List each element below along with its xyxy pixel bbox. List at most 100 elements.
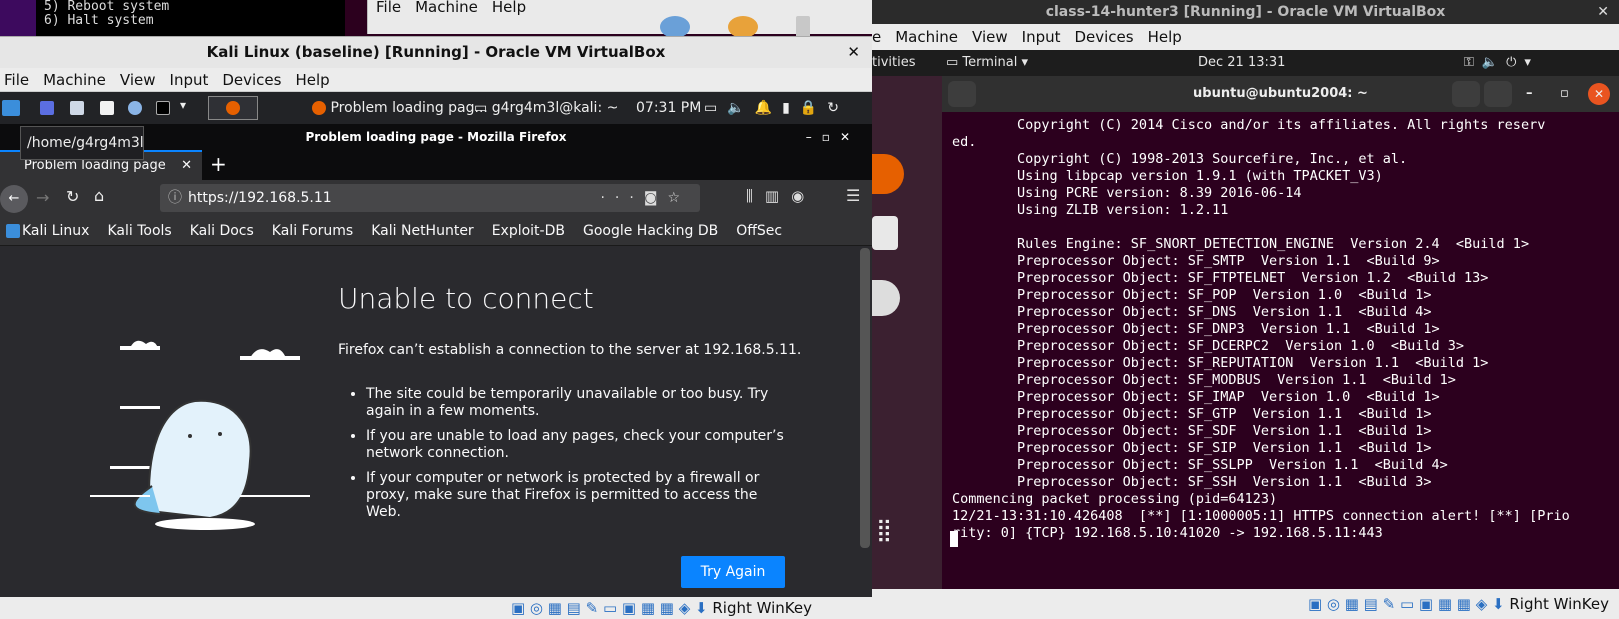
bg-menu-machine[interactable]: Machine: [415, 0, 478, 16]
discard-icon[interactable]: [796, 16, 810, 38]
bookmark-item[interactable]: Kali NetHunter: [371, 216, 473, 246]
menu-file-partial[interactable]: e: [872, 28, 881, 46]
maximize-icon[interactable]: ▫: [822, 130, 840, 144]
close-icon[interactable]: ✕: [1597, 0, 1609, 24]
show-apps-icon[interactable]: ⣿: [876, 518, 892, 543]
menu-view[interactable]: View: [120, 71, 156, 89]
terminal-line: Preprocessor Object: SF_IMAP Version 1.0…: [952, 389, 1440, 405]
window-controls[interactable]: –▫✕: [806, 124, 860, 150]
kali-vm-menubar: File Machine View Input Devices Help: [0, 68, 872, 92]
url-bar[interactable]: ⓘ https://192.168.5.11 ···◙☆: [160, 184, 700, 212]
ubuntu-vm-titlebar: class-14-hunter3 [Running] - Oracle VM V…: [872, 0, 1619, 24]
pocket-icon[interactable]: ◙: [644, 190, 668, 206]
power-icon: ⏻: [1506, 55, 1525, 70]
terminal-line: Preprocessor Object: SF_SMTP Version 1.1…: [952, 253, 1440, 269]
bookmark-item[interactable]: Kali Docs: [190, 216, 254, 246]
gear-icon[interactable]: [728, 16, 758, 38]
firefox-icon: [312, 101, 326, 115]
panel-tray[interactable]: ▭🔈🔔▮🔒↻: [704, 92, 849, 124]
kali-vm-statusbar: ▣ ◎ ▦ ▤ ✎ ▭ ▣ ▦ ▦ ◈ ⬇ Right WinKey: [0, 597, 872, 619]
kali-menu-icon[interactable]: [2, 100, 20, 116]
hamburger-menu-icon[interactable]: ☰: [846, 186, 860, 205]
terminal-icon: ▭: [474, 100, 488, 116]
menu-input[interactable]: Input: [170, 71, 209, 89]
bookmark-item[interactable]: OffSec: [736, 216, 782, 246]
account-icon[interactable]: ◉: [791, 187, 816, 205]
maximize-icon[interactable]: ▫: [1560, 76, 1569, 112]
terminal-app-menu[interactable]: ▭ Terminal ▾: [946, 50, 1028, 76]
terminal-output[interactable]: Copyright (C) 2014 Cisco and/or its affi…: [942, 112, 1619, 589]
bookmark-item[interactable]: Kali Forums: [272, 216, 353, 246]
close-icon[interactable]: ✕: [840, 130, 860, 144]
toolbar-icons[interactable]: ⫼▥◉: [746, 187, 816, 205]
error-description: Firefox can’t establish a connection to …: [338, 342, 802, 358]
bookmark-item[interactable]: Exploit-DB: [492, 216, 565, 246]
info-icon[interactable]: ⓘ: [168, 184, 182, 212]
url-actions[interactable]: ···◙☆: [600, 184, 690, 212]
menu-machine[interactable]: Machine: [895, 28, 958, 46]
home-icon[interactable]: ⌂: [94, 186, 104, 205]
menu-input[interactable]: Input: [1022, 28, 1061, 46]
new-tab-icon[interactable]: +: [210, 152, 227, 176]
try-again-button[interactable]: Try Again: [681, 556, 785, 588]
firefox-dock-icon[interactable]: [872, 154, 904, 194]
hamburger-menu-icon[interactable]: [1484, 81, 1512, 107]
terminal-line: Using PCRE version: 8.39 2016-06-14: [952, 185, 1302, 201]
taskbar-item-label: g4rg4m3l@kali: ~: [491, 100, 619, 116]
scrollbar[interactable]: [860, 248, 870, 548]
terminal-line: Preprocessor Object: SF_SSLPP Version 1.…: [952, 457, 1448, 473]
taskbar-item-firefox[interactable]: Problem loading pag...: [312, 92, 488, 124]
bookmark-item[interactable]: Kali Linux: [22, 216, 89, 246]
menu-machine[interactable]: Machine: [43, 71, 106, 89]
activities-button[interactable]: tivities: [872, 50, 916, 76]
kali-icon: [6, 224, 20, 238]
text-editor-icon[interactable]: [100, 101, 114, 115]
status-icons: ▣ ◎ ▦ ▤ ✎ ▭ ▣ ▦ ▦ ◈ ⬇: [510, 599, 713, 617]
files-dock-icon[interactable]: [872, 216, 898, 250]
menu-view[interactable]: View: [972, 28, 1008, 46]
minimize-icon[interactable]: –: [806, 130, 822, 144]
bookmarks-toolbar: Kali Linux Kali Tools Kali Docs Kali Forums…: [0, 216, 872, 246]
close-icon[interactable]: ✕: [1588, 83, 1610, 105]
bg-menu-file[interactable]: File: [376, 0, 401, 16]
settings-gear-icon[interactable]: [660, 16, 690, 38]
error-page: Unable to connect Firefox can’t establis…: [0, 246, 870, 619]
terminal-line: Preprocessor Object: SF_REPUTATION Versi…: [952, 355, 1489, 371]
logout-icon: ↻: [827, 100, 849, 116]
files-icon[interactable]: [70, 101, 84, 115]
desktop-icon[interactable]: [40, 101, 54, 115]
page-actions-icon[interactable]: ···: [600, 190, 643, 206]
close-icon[interactable]: ✕: [847, 37, 860, 67]
menu-file[interactable]: File: [4, 71, 29, 89]
bg-menu-help[interactable]: Help: [492, 0, 526, 16]
sidebar-icon[interactable]: ▥: [765, 187, 791, 205]
reload-icon[interactable]: ↻: [66, 187, 79, 206]
search-icon[interactable]: [1452, 81, 1480, 107]
ubuntu-vm-window: class-14-hunter3 [Running] - Oracle VM V…: [872, 0, 1619, 619]
tab-close-icon[interactable]: ✕: [181, 152, 192, 180]
back-icon[interactable]: ←: [0, 185, 28, 213]
panel-clock[interactable]: 07:31 PM: [636, 92, 701, 124]
menu-devices[interactable]: Devices: [1074, 28, 1133, 46]
gnome-top-bar: tivities ▭ Terminal ▾ Dec 21 13:31 ⚿🔈⏻▾: [872, 50, 1619, 76]
taskbar-item-terminal[interactable]: ▭ g4rg4m3l@kali: ~: [474, 92, 618, 124]
menu-devices[interactable]: Devices: [222, 71, 281, 89]
browser-icon[interactable]: [128, 101, 142, 115]
clock[interactable]: Dec 21 13:31: [1198, 50, 1285, 76]
forward-icon[interactable]: →: [36, 188, 49, 207]
bookmark-item[interactable]: Kali Tools: [107, 216, 171, 246]
library-icon[interactable]: ⫼: [746, 187, 765, 205]
new-tab-icon[interactable]: [948, 81, 976, 107]
terminal-icon[interactable]: [156, 101, 170, 115]
bookmark-star-icon[interactable]: ☆: [667, 190, 690, 206]
menu-help[interactable]: Help: [1148, 28, 1182, 46]
chevron-down-icon[interactable]: ▾: [180, 98, 186, 112]
system-tray[interactable]: ⚿🔈⏻▾: [1464, 50, 1539, 76]
bookmark-item[interactable]: Google Hacking DB: [583, 216, 718, 246]
menu-help[interactable]: Help: [295, 71, 329, 89]
terminal-line: Commencing packet processing (pid=64123): [952, 491, 1278, 507]
workspace-switcher[interactable]: [208, 96, 258, 120]
minimize-icon[interactable]: –: [1526, 76, 1533, 112]
software-dock-icon[interactable]: [872, 280, 900, 316]
